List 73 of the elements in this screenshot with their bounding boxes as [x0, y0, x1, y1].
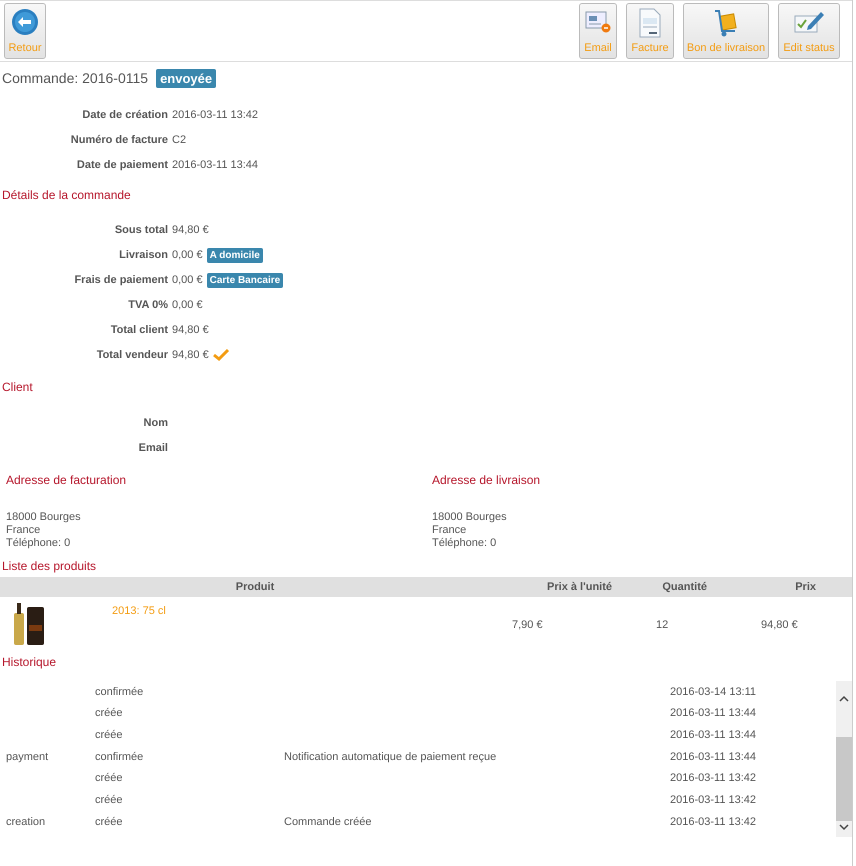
- field-label: TVA 0%: [127, 298, 168, 313]
- field-value: 94,80 €: [172, 348, 209, 363]
- payment-badge: A domicile: [206, 248, 263, 262]
- section-heading: Client: [1, 379, 34, 396]
- table-cell-text: créée: [95, 814, 124, 830]
- status-badge: envoyée: [156, 69, 216, 88]
- field-value: 2016-03-11 13:44: [172, 158, 258, 173]
- field-label: Date de création: [81, 108, 168, 123]
- field-label: Livraison: [118, 248, 168, 263]
- scrollbar[interactable]: [836, 681, 852, 837]
- column-header: Quantité: [661, 580, 708, 595]
- address-line: Téléphone: 0: [432, 537, 498, 550]
- field-value: 0,00 €: [172, 298, 203, 313]
- scrollbar-thumb[interactable]: [836, 737, 852, 821]
- scroll-up-icon[interactable]: [839, 695, 849, 703]
- field-label: Frais de paiement: [73, 272, 168, 288]
- address-line: Téléphone: 0: [6, 537, 72, 550]
- section-heading: Détails de la commande: [1, 187, 132, 204]
- field-label: Total vendeur: [96, 348, 168, 363]
- field-label: Sous total: [114, 222, 168, 238]
- invoice-icon: [637, 8, 663, 38]
- table-cell-text: créée: [95, 793, 124, 808]
- table-cell-text: Notification automatique de paiement reçue: [284, 750, 498, 765]
- field-value: 0,00 €: [172, 248, 203, 263]
- table-cell-text: créée: [95, 728, 124, 743]
- toolbar-button[interactable]: Bon de livraison: [683, 3, 769, 59]
- section-heading: Liste des produits: [1, 558, 98, 575]
- column-header: Produit: [234, 580, 276, 595]
- table-cell-text: 2016-03-11 13:42: [670, 771, 758, 786]
- table-cell-text: 2016-03-11 13:44: [670, 728, 758, 743]
- field-label: Numéro de facture: [70, 132, 168, 148]
- back-button[interactable]: Retour: [4, 3, 46, 59]
- address-line: France: [432, 524, 468, 537]
- table-cell-text: 2016-03-11 13:42: [670, 814, 758, 830]
- table-cell-text: créée: [95, 771, 124, 786]
- toolbar-button[interactable]: Facture: [626, 3, 674, 59]
- field-value: 94,80 €: [172, 222, 209, 238]
- table-cell-text: 2016-03-11 13:42: [670, 793, 758, 808]
- field-value: 2016-03-11 13:42: [172, 108, 258, 123]
- table-cell-text: créée: [95, 706, 124, 722]
- table-cell-text: 7,90 €: [511, 618, 544, 633]
- table-cell-text: payment: [6, 750, 50, 765]
- order-title: Commande: 2016-0115: [2, 69, 148, 88]
- field-label: Date de paiement: [76, 158, 168, 173]
- toolbar-button[interactable]: Edit status: [778, 3, 840, 59]
- address-line: 18000 Bourges: [6, 511, 82, 524]
- section-heading: Historique: [1, 654, 58, 671]
- table-cell-text: confirmée: [95, 684, 144, 700]
- column-header: Prix à l'unité: [546, 580, 613, 595]
- bottle-photo: [12, 603, 46, 645]
- table-cell-text: 2016-03-14 13:11: [670, 684, 758, 700]
- field-value: 94,80 €: [172, 322, 209, 338]
- section-heading: Adresse de facturation: [6, 472, 128, 489]
- column-header: Prix: [794, 580, 817, 595]
- address-line: 18000 Bourges: [432, 511, 508, 524]
- table-cell-text: Commande créée: [284, 814, 372, 830]
- toolbar-button[interactable]: Email: [579, 3, 617, 59]
- field-label: Total client: [110, 322, 168, 338]
- table-cell-text: 94,80 €: [760, 618, 799, 633]
- table-cell-text: confirmée: [95, 750, 144, 765]
- table-cell-text: creation: [6, 814, 46, 830]
- field-value: 0,00 €: [172, 272, 203, 288]
- field-label: Nom: [142, 416, 168, 431]
- table-cell-text: 12: [655, 618, 670, 633]
- field-label: Email: [138, 440, 168, 456]
- field-value: C2: [172, 132, 186, 148]
- table-cell-text: 2016-03-11 13:44: [670, 750, 758, 765]
- address-line: France: [6, 524, 42, 537]
- payment-badge: Carte Bancaire: [206, 272, 284, 288]
- product-link[interactable]: 2013: 75 cl: [56, 603, 166, 620]
- scroll-down-icon[interactable]: [839, 823, 849, 831]
- section-heading: Adresse de livraison: [432, 472, 542, 489]
- table-cell-text: 2016-03-11 13:44: [670, 706, 758, 722]
